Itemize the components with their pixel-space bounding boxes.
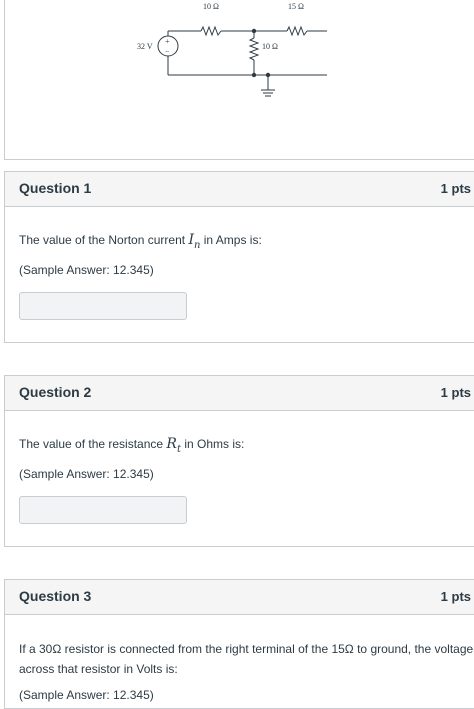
question-card-3: Question 3 1 pts If a 30Ω resistor is co… [4,579,474,709]
circuit-diagram: + − 10 Ω 15 Ω 10 Ω 32 V [137,2,327,97]
sample-answer: (Sample Answer: 12.345) [19,263,154,277]
question-title: Question 1 [19,180,92,196]
node-bottom-ground [265,72,271,78]
answer-input[interactable] [19,496,187,524]
question-points: 1 pts [440,385,471,400]
resistor-r2 [286,25,308,37]
variable-norton-current: In [188,232,201,251]
question-points: 1 pts [440,181,471,196]
question-header: Question 1 1 pts [5,172,474,207]
node-bottom-left [251,72,257,78]
variable-thevenin-resistance: Rt [166,436,181,455]
question-card-1: Question 1 1 pts The value of the Norton… [4,171,474,343]
source-plus: + [165,37,170,46]
r3-label: 10 Ω [262,42,278,51]
source-minus: − [165,47,170,56]
r2-label: 15 Ω [288,2,304,11]
resistor-r3 [248,37,260,61]
sample-answer: (Sample Answer: 12.345) [19,688,154,702]
source-label: 32 V [137,42,153,51]
question-card-2: Question 2 1 pts The value of the resist… [4,375,474,547]
question-title: Question 2 [19,384,92,400]
question-title: Question 3 [19,588,92,604]
question-prompt-line-1: If a 30Ω resistor is connected from the … [19,642,474,656]
answer-input[interactable] [19,292,187,320]
question-header: Question 3 1 pts [5,580,474,615]
question-prompt: The value of the resistance Rt in Ohms i… [19,436,245,455]
sample-answer: (Sample Answer: 12.345) [19,467,154,481]
question-prompt-line-2: across that resistor in Volts is: [19,662,178,676]
node-top [251,28,257,34]
question-header: Question 2 1 pts [5,376,474,411]
r1-label: 10 Ω [203,2,219,11]
question-prompt: The value of the Norton current In in Am… [19,232,262,251]
circuit-diagram-panel: + − 10 Ω 15 Ω 10 Ω 32 V [4,0,474,160]
question-points: 1 pts [440,589,471,604]
resistor-r1 [200,25,222,37]
